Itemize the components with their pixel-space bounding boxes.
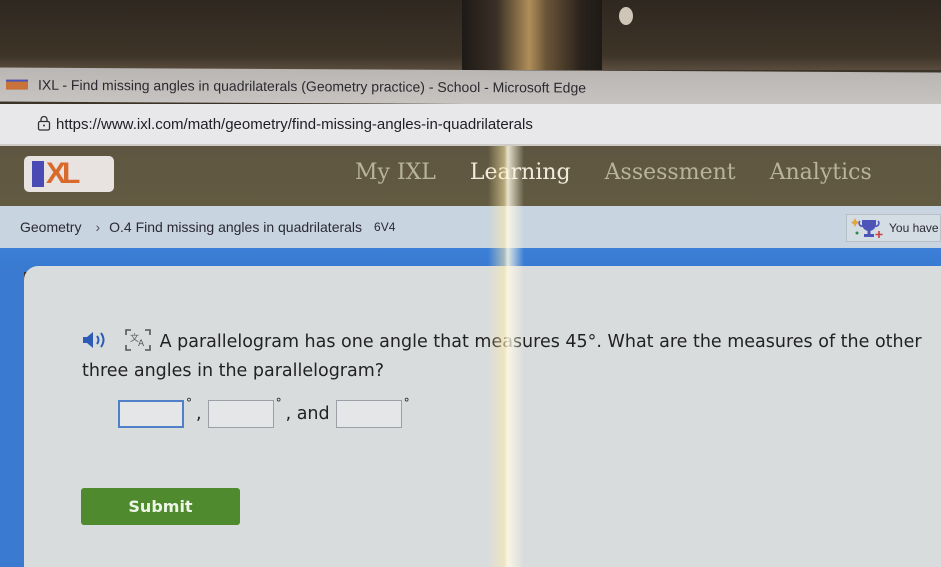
photo-background (0, 0, 941, 70)
ixl-navbar: XL My IXL Learning Assessment Analytics (0, 146, 941, 206)
angle-answer-input-1[interactable] (118, 400, 184, 428)
address-bar[interactable]: https://www.ixl.com/math/geometry/find-m… (0, 104, 941, 146)
nav-learning[interactable]: Learning (470, 160, 571, 185)
logo-i-bar (32, 161, 44, 187)
translate-icon[interactable]: 文 A (124, 328, 152, 352)
degree-symbol: ° (186, 396, 192, 410)
answer-row: ° , ° , and ° (118, 396, 412, 428)
angle-answer-input-3[interactable] (335, 400, 402, 428)
skill-code: 6V4 (374, 220, 396, 234)
degree-symbol: ° (403, 396, 410, 410)
logo-text: XL (46, 157, 80, 190)
ixl-favicon-icon: ixl (6, 79, 28, 90)
nav-analytics[interactable]: Analytics (770, 160, 872, 185)
ixl-logo[interactable]: XL (24, 156, 114, 192)
browser-title-bar: ixl IXL - Find missing angles in quadril… (0, 67, 941, 107)
svg-text:A: A (138, 339, 145, 349)
breadcrumb-subject[interactable]: Geometry (20, 219, 81, 235)
breadcrumb-skill: O.4 Find missing angles in quadrilateral… (109, 219, 363, 235)
question-text-block: 文 A A parallelogram has one angle that m… (82, 328, 922, 386)
url-text[interactable]: https://www.ixl.com/math/geometry/find-m… (56, 116, 533, 133)
blue-sidebar-edge (0, 266, 24, 567)
background-object (619, 7, 633, 25)
degree-symbol: ° (275, 396, 282, 410)
background-object (462, 0, 602, 70)
main-nav: My IXL Learning Assessment Analytics (355, 160, 906, 185)
award-badge[interactable]: You have (846, 214, 941, 242)
breadcrumb: Geometry › O.4 Find missing angles in qu… (0, 206, 941, 248)
speaker-icon[interactable] (82, 330, 108, 350)
nav-my-ixl[interactable]: My IXL (355, 160, 436, 185)
nav-assessment[interactable]: Assessment (605, 160, 736, 185)
submit-button[interactable]: Submit (81, 488, 240, 525)
angle-answer-input-2[interactable] (207, 400, 274, 428)
comma-separator: , (196, 404, 202, 424)
trophy-icon (850, 216, 885, 240)
question-text: A parallelogram has one angle that measu… (82, 332, 922, 381)
award-text: You have (889, 221, 939, 235)
window-title: IXL - Find missing angles in quadrilater… (38, 76, 587, 96)
chevron-right-icon: › (95, 219, 101, 235)
and-label: , and (285, 404, 330, 424)
lock-icon[interactable] (37, 115, 51, 131)
